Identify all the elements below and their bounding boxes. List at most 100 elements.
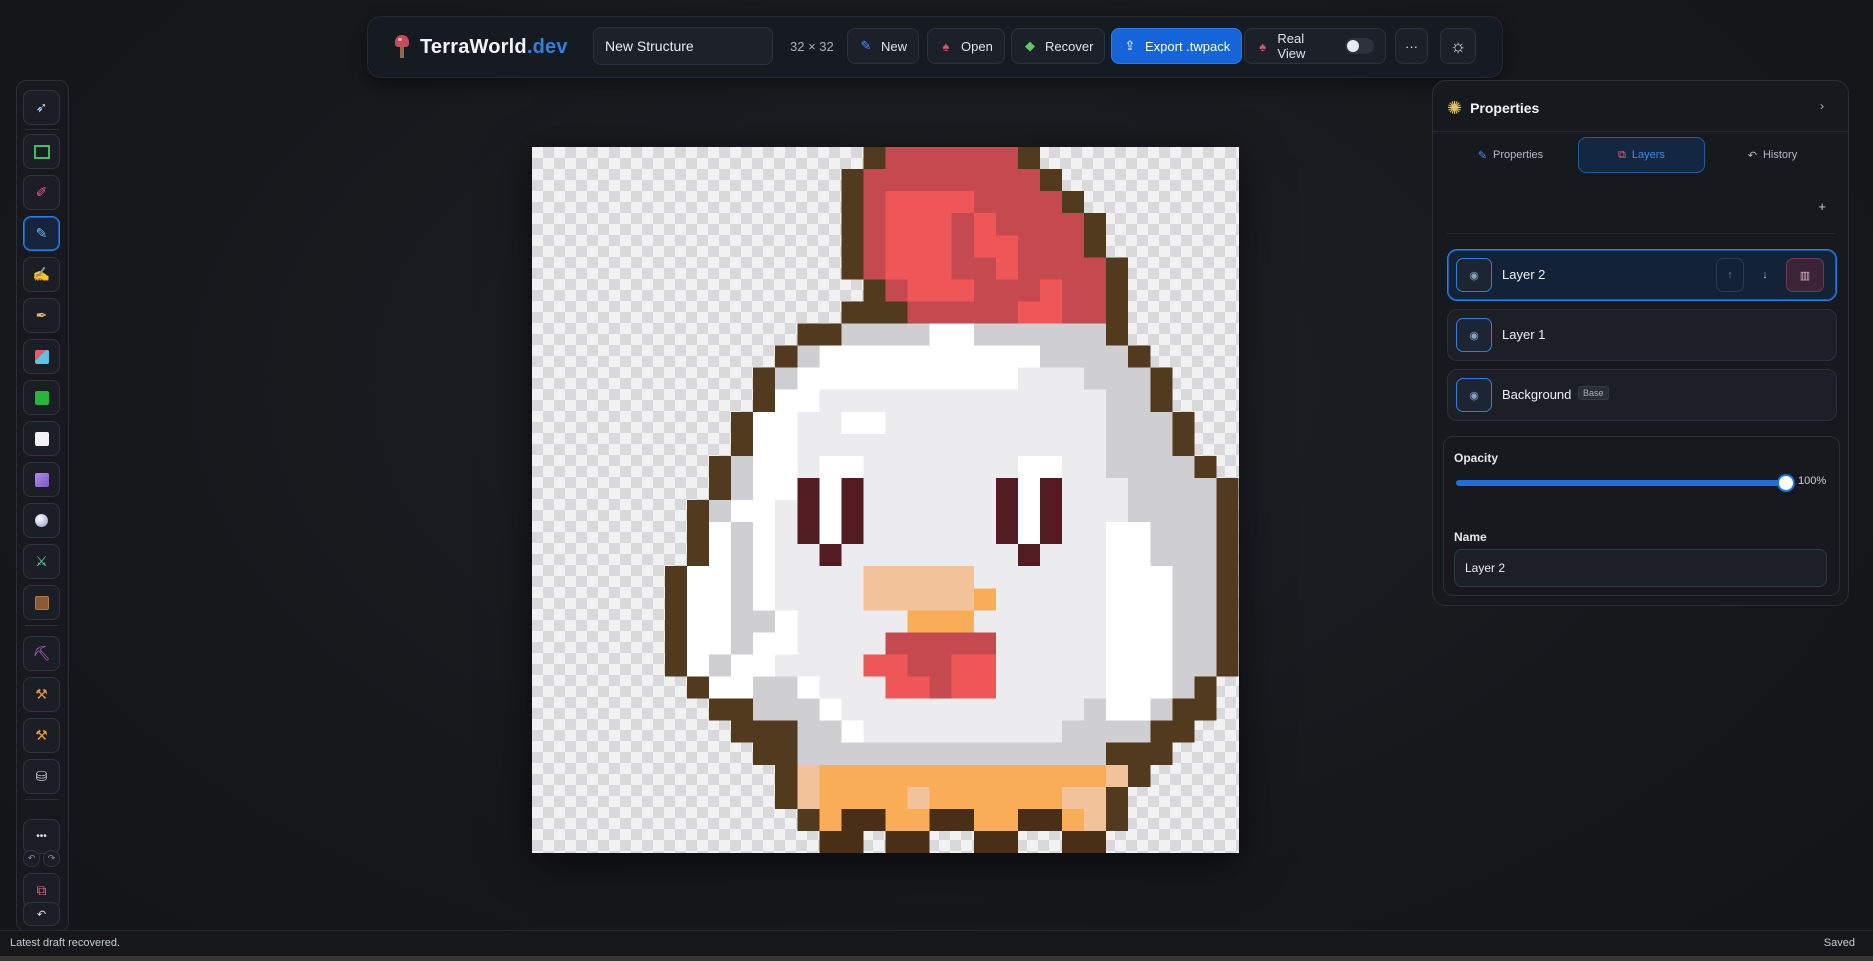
export-button[interactable]: ⇪ Export .twpack — [1111, 28, 1243, 64]
select-tool[interactable] — [23, 134, 60, 169]
tab-label: History — [1762, 149, 1798, 161]
pixel — [863, 522, 886, 545]
white-block[interactable] — [23, 421, 60, 456]
pixel — [1062, 522, 1085, 545]
tab-layers[interactable]: ⧉ Layers — [1578, 137, 1705, 173]
pixel — [1194, 610, 1217, 633]
pickaxe-tool[interactable]: ⛏ — [23, 636, 60, 671]
pixel — [863, 588, 886, 611]
pixel — [885, 632, 908, 655]
structure-name-input[interactable] — [593, 27, 773, 65]
brush-tool[interactable]: ✍ — [23, 257, 60, 292]
paint-brush-tool[interactable]: ✒ — [23, 298, 60, 333]
hammer-tool[interactable]: ⚒ — [23, 677, 60, 712]
crate-tool[interactable] — [23, 585, 60, 620]
pixel — [1062, 610, 1085, 633]
pixel — [841, 764, 864, 787]
visibility-eye-icon[interactable]: ◉ — [1456, 318, 1492, 352]
axe-tool[interactable]: ⚒ — [23, 718, 60, 753]
grass-block[interactable] — [23, 380, 60, 415]
pixel — [907, 433, 930, 456]
pixel — [664, 610, 687, 633]
cursor-tool[interactable]: ➶ — [23, 90, 60, 125]
more-tools-button[interactable]: ••• — [23, 819, 60, 854]
layer-item-layer-2[interactable]: ◉ Layer 2 ↑ ↓ ▥ — [1447, 249, 1837, 301]
pixel — [775, 433, 798, 456]
pixel — [995, 566, 1018, 589]
pixel — [1172, 588, 1195, 611]
open-button[interactable]: ♠ Open — [927, 28, 1005, 64]
pixel — [797, 522, 820, 545]
undo-button[interactable]: ↶ — [23, 850, 40, 867]
history-button[interactable]: ↶ — [23, 902, 60, 926]
sword-tool[interactable]: ⚔ — [23, 544, 60, 579]
pixel — [907, 279, 930, 302]
pixel — [951, 500, 974, 523]
pixel — [1017, 257, 1040, 280]
pixel — [951, 191, 974, 214]
pixel — [885, 367, 908, 390]
move-layer-down-button[interactable]: ↓ — [1751, 258, 1779, 292]
pixel — [863, 389, 886, 412]
delete-layer-button[interactable]: ▥ — [1786, 258, 1824, 292]
picker-tool[interactable]: ✐ — [23, 175, 60, 210]
tab-history[interactable]: ↶ History — [1709, 137, 1836, 173]
wall-tool[interactable] — [23, 339, 60, 374]
pixel — [1084, 433, 1107, 456]
opacity-slider-thumb[interactable] — [1779, 476, 1793, 490]
new-button-label: New — [881, 38, 908, 54]
pixel — [753, 522, 776, 545]
more-tools-label: ••• — [36, 831, 47, 842]
theme-toggle-button[interactable]: ☼ — [1440, 28, 1476, 64]
pixel — [863, 147, 886, 170]
pixel — [907, 588, 930, 611]
bucket-tool[interactable]: ⛁ — [23, 759, 60, 794]
move-layer-up-button[interactable]: ↑ — [1716, 258, 1744, 292]
pixel — [863, 632, 886, 655]
panel-header: ✺ Properties › — [1447, 95, 1834, 121]
collapse-button[interactable]: › — [1820, 99, 1824, 113]
pixel — [951, 433, 974, 456]
layer-item-background[interactable]: ◉ Background Base — [1447, 369, 1837, 421]
visibility-eye-icon[interactable]: ◉ — [1456, 378, 1492, 412]
add-layer-button[interactable]: + — [1818, 199, 1826, 214]
pixel — [885, 566, 908, 589]
real-view-switch[interactable] — [1345, 38, 1374, 54]
layer-item-layer-1[interactable]: ◉ Layer 1 — [1447, 309, 1837, 361]
pixel — [1216, 500, 1239, 523]
pixel — [1128, 588, 1151, 611]
pixel — [1128, 610, 1151, 633]
recover-button[interactable]: ◆ Recover — [1011, 28, 1106, 64]
pixel — [995, 213, 1018, 236]
pencil-tool[interactable]: ✎ — [23, 216, 60, 251]
pixel — [995, 169, 1018, 192]
real-view-toggle[interactable]: ♠ Real View — [1244, 28, 1386, 64]
pixel — [1017, 169, 1040, 192]
pickaxe-icon: ⛏ — [32, 645, 51, 661]
pixel — [819, 676, 842, 699]
more-button[interactable]: ··· — [1395, 28, 1428, 64]
tab-properties[interactable]: ✎ Properties — [1447, 137, 1574, 173]
pixel — [995, 808, 1018, 831]
pixel — [907, 764, 930, 787]
opacity-label: Opacity — [1454, 451, 1499, 465]
pixel — [1017, 566, 1040, 589]
layer-name-input[interactable] — [1454, 549, 1827, 587]
pixel — [753, 632, 776, 655]
opacity-slider[interactable] — [1456, 476, 1793, 490]
pixel — [885, 544, 908, 567]
pixel — [951, 301, 974, 324]
new-button[interactable]: ✎ New — [847, 28, 920, 64]
base-badge: Base — [1578, 386, 1609, 400]
pixel — [951, 455, 974, 478]
orb-tool[interactable] — [23, 503, 60, 538]
pixel — [1172, 433, 1195, 456]
purple-block[interactable] — [23, 462, 60, 497]
axe-icon: ⚒ — [35, 727, 48, 743]
pixel — [973, 808, 996, 831]
visibility-eye-icon[interactable]: ◉ — [1456, 258, 1492, 292]
pixel — [907, 169, 930, 192]
pixel — [797, 742, 820, 765]
redo-button[interactable]: ↷ — [43, 850, 60, 867]
drawing-canvas[interactable] — [532, 147, 1239, 853]
